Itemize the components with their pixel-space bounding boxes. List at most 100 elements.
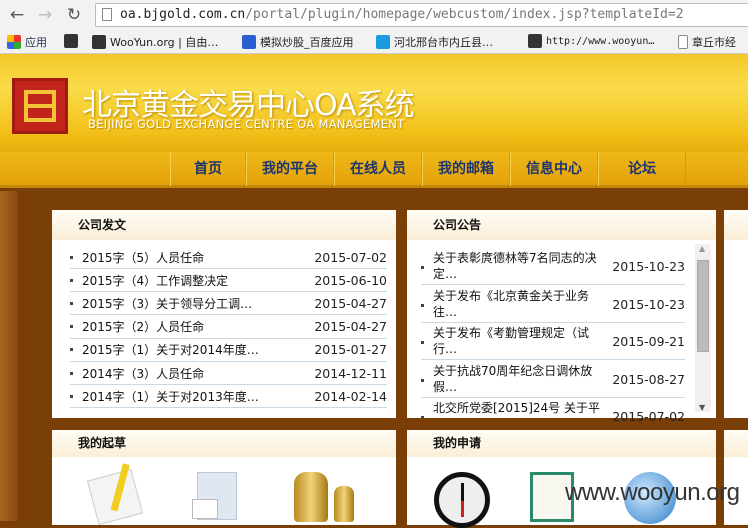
forward-icon[interactable]: → (34, 5, 56, 25)
title-line2: 假… (433, 379, 458, 394)
panel-title: 公司发文 (52, 210, 396, 240)
title-line1: 关于抗战70周年纪念日调休放 (433, 363, 593, 378)
bookmarks-bar: 应用 WooYun.org | 自由… 模拟炒股_百度应用 河北邢台市内丘县… … (0, 30, 748, 54)
drafts-panel: 我的起草 (52, 430, 396, 526)
clock-icon[interactable] (434, 472, 490, 528)
announcement-row[interactable]: 关于抗战70周年纪念日调休放 假… 2015-08-27 (421, 361, 685, 398)
bookmark-wooyun-icon-only[interactable] (64, 34, 78, 48)
scroll-up-icon[interactable]: ▲ (699, 244, 705, 253)
announcement-row[interactable]: 关于发布《考勤管理规定（试 行… 2015-09-21 (421, 323, 685, 360)
doc-date: 2015-04-27 (314, 319, 387, 335)
doc-date: 2015-07-02 (314, 249, 387, 265)
company-docs-panel: 公司发文 2015字（5）人员任命 2015-07-02 2015字（4）工作调整决… (52, 210, 396, 418)
partial-panel (724, 430, 748, 525)
bookmark-label: http://www.wooyun… (546, 35, 655, 47)
seal-stamp-icon[interactable] (294, 472, 328, 522)
announcement-title[interactable]: 关于发布《北京黄金关于业务 往… (433, 288, 589, 320)
doc-title[interactable]: 2015字（5）人员任命 (82, 249, 204, 266)
doc-title[interactable]: 2015字（2）人员任命 (82, 318, 204, 335)
address-bar[interactable]: oa.bjgold.com.cn/portal/plugin/homepage/… (95, 3, 748, 27)
bullet-icon (70, 371, 73, 375)
bookmark-label: 模拟炒股_百度应用 (260, 36, 354, 49)
doc-title[interactable]: 2015字（3）关于领导分工调… (82, 295, 252, 312)
nav-info-center[interactable]: 信息中心 (510, 152, 598, 186)
site-header: 北京黄金交易中心OA系统 BEIJING GOLD EXCHANGE CENTR… (0, 54, 748, 152)
nav-home[interactable]: 首页 (170, 152, 246, 186)
announcement-title[interactable]: 关于抗战70周年纪念日调休放 假… (433, 363, 592, 395)
small-seal-icon (334, 486, 354, 522)
bullet-icon (70, 325, 73, 329)
doc-row[interactable]: 2015字（2）人员任命 2015-04-27 (70, 316, 387, 339)
watermark: www.wooyun.org (565, 479, 740, 506)
bookmark-apps[interactable]: 应用 (7, 34, 47, 50)
doc-date: 2015-01-27 (314, 342, 387, 358)
apps-icon (7, 35, 21, 49)
announcement-row[interactable]: 北交所党委[2015]24号 关于平 2015-07-02 (421, 398, 685, 424)
site-subtitle: BEIJING GOLD EXCHANGE CENTRE OA MANAGEME… (88, 117, 405, 131)
announcement-row[interactable]: 关于表彰庹德林等7名同志的决 定… 2015-10-23 (421, 248, 685, 285)
doc-title[interactable]: 2015字（1）关于对2014年度… (82, 341, 259, 358)
title-line1: 关于表彰庹德林等7名同志的决 (433, 251, 597, 265)
scrollbar-thumb[interactable] (697, 260, 709, 352)
draft-document-icon[interactable] (86, 463, 144, 526)
announcement-title[interactable]: 关于表彰庹德林等7名同志的决 定… (433, 250, 597, 282)
doc-title[interactable]: 2015字（4）工作调整决定 (82, 272, 228, 289)
panel-title: 我的申请 (407, 430, 716, 457)
bookmark-label: 河北邢台市内丘县… (394, 36, 493, 49)
announcement-title[interactable]: 关于发布《考勤管理规定（试 行… (433, 325, 589, 357)
doc-row[interactable]: 2014字（1）关于对2013年度… 2014-02-14 (70, 385, 387, 409)
bullet-icon (421, 266, 424, 269)
announcement-date: 2015-10-23 (612, 259, 685, 274)
announcement-row[interactable]: 关于发布《北京黄金关于业务 往… 2015-10-23 (421, 286, 685, 323)
bookmark-hebei[interactable]: 河北邢台市内丘县… (376, 34, 493, 50)
wooyun-icon (528, 34, 542, 48)
bookmark-wooyun[interactable]: WooYun.org | 自由… (92, 34, 218, 50)
bookmark-zhangqiu[interactable]: 章丘市经 (678, 34, 736, 50)
page-icon (102, 8, 112, 21)
main-nav: 首页 我的平台 在线人员 我的邮箱 信息中心 论坛 (0, 152, 748, 188)
bullet-icon (421, 303, 424, 307)
bullet-icon (421, 416, 424, 419)
nav-my-mailbox[interactable]: 我的邮箱 (422, 152, 510, 186)
title-line1: 北交所党委[2015]24号 关于平 (433, 401, 600, 415)
reload-icon[interactable]: ↻ (63, 5, 85, 25)
doc-date: 2014-02-14 (314, 388, 387, 404)
doc-row[interactable]: 2015字（5）人员任命 2015-07-02 (70, 246, 387, 269)
baidu-paw-icon (242, 35, 256, 49)
nav-online-users[interactable]: 在线人员 (334, 152, 422, 186)
doc-date: 2015-06-10 (314, 272, 387, 288)
doc-row[interactable]: 2015字（4）工作调整决定 2015-06-10 (70, 269, 387, 293)
bookmark-label: 应用 (25, 36, 47, 49)
doc-row[interactable]: 2015字（3）关于领导分工调… 2015-04-27 (70, 292, 387, 316)
doc-row[interactable]: 2015字（1）关于对2014年度… 2015-01-27 (70, 339, 387, 362)
back-icon[interactable]: ← (6, 5, 28, 25)
url-path: /portal/plugin/homepage/webcustom/index.… (245, 7, 684, 22)
announcement-date: 2015-07-02 (612, 409, 685, 424)
announcement-date: 2015-10-23 (612, 296, 685, 312)
announcements-panel: 公司公告 关于表彰庹德林等7名同志的决 定… 2015-10-23 关于发布《北京黄金… (407, 210, 716, 424)
hi-icon (376, 35, 390, 49)
url-host: oa.bjgold.com.cn (120, 7, 246, 22)
bullet-icon (421, 341, 424, 344)
wooyun-icon (64, 34, 78, 48)
doc-title[interactable]: 2014字（3）人员任命 (82, 365, 204, 382)
title-line2: 行… (433, 342, 458, 356)
announcement-date: 2015-08-27 (612, 371, 685, 387)
bullet-icon (70, 278, 73, 282)
send-mail-icon[interactable] (192, 472, 237, 520)
scroll-down-icon[interactable]: ▼ (699, 403, 705, 412)
applications-panel: 我的申请 (407, 430, 716, 528)
bookmark-stock[interactable]: 模拟炒股_百度应用 (242, 34, 354, 50)
logo-icon (12, 78, 68, 134)
doc-row[interactable]: 2014字（3）人员任命 2014-12-11 (70, 362, 387, 385)
nav-forum[interactable]: 论坛 (598, 152, 686, 186)
bullet-icon (421, 378, 424, 382)
announcement-date: 2015-09-21 (612, 334, 685, 349)
panel-title: 我的起草 (52, 430, 396, 457)
announcement-title[interactable]: 北交所党委[2015]24号 关于平 (433, 400, 600, 416)
bookmark-label: 章丘市经 (692, 36, 736, 49)
doc-title[interactable]: 2014字（1）关于对2013年度… (82, 388, 259, 405)
panel-title: 公司公告 (407, 210, 716, 240)
bookmark-wooyun-http[interactable]: http://www.wooyun… (528, 34, 654, 48)
nav-my-platform[interactable]: 我的平台 (246, 152, 334, 186)
